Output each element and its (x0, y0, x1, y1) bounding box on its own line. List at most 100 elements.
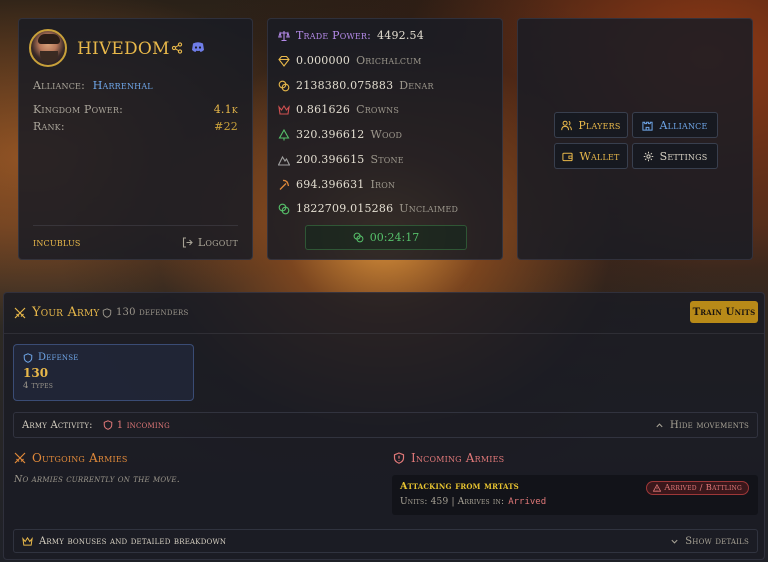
shield-icon (102, 307, 112, 318)
logout-button[interactable]: Logout (182, 236, 238, 249)
army-title-text: Your Army (32, 305, 100, 320)
resource-value: 0.861626 (296, 103, 351, 116)
gear-icon (643, 151, 653, 161)
defense-label: Defense (38, 352, 79, 363)
defense-header: Defense (23, 352, 184, 363)
resource-label: Crowns (356, 103, 399, 116)
share-icon[interactable] (171, 42, 183, 54)
hide-movements-label: Hide movements (669, 419, 749, 431)
resource-value: 0.000000 (296, 54, 351, 67)
trade-power-value: 4492.54 (377, 29, 424, 42)
alliance-link[interactable]: Harrenhal (93, 79, 153, 92)
resource-denar: 2138380.075883 Denar (278, 79, 434, 92)
army-title: Your Army (14, 305, 100, 320)
resource-value: 1822709.015286 (296, 202, 394, 215)
castle-icon (642, 121, 654, 131)
wallet-icon (562, 152, 574, 161)
account-name: incublus (33, 236, 81, 249)
resource-stone: 200.396615 Stone (278, 153, 404, 166)
timer-value: 00:24:17 (369, 231, 420, 244)
incoming-armies-title: Incoming Armies (393, 451, 504, 465)
resource-label: Unclaimed (399, 202, 459, 215)
resource-unclaimed: 1822709.015286 Unclaimed (278, 202, 458, 215)
diamond-icon (278, 55, 290, 67)
profile-footer: incublus Logout (33, 225, 238, 249)
defenders-count: 130 defenders (102, 307, 188, 318)
players-label: Players (578, 118, 621, 132)
trade-power-label: Trade Power: (296, 29, 372, 42)
crossed-swords-icon (14, 452, 26, 464)
defenders-text: 130 defenders (116, 307, 189, 318)
settings-label: Settings (659, 149, 708, 163)
trade-power-row: Trade Power: 4492.54 (278, 29, 424, 42)
settings-button[interactable]: Settings (632, 143, 718, 169)
hide-movements-button[interactable]: Hide movements (655, 420, 749, 431)
crossed-swords-icon (14, 307, 26, 318)
chevron-down-icon (671, 539, 678, 544)
kingdom-power-label: Kingdom Power: (33, 103, 123, 116)
defense-value: 130 (23, 366, 49, 380)
tree-icon (278, 128, 290, 140)
kingdom-power-value: 4.1k (213, 103, 238, 116)
users-icon (561, 120, 573, 130)
badge-text: Arrived / Battling (664, 483, 742, 493)
logout-label: Logout (197, 236, 238, 249)
resources-panel: Trade Power: 4492.54 0.000000 Orichalcum… (267, 18, 503, 260)
outgoing-title-text: Outgoing Armies (32, 451, 128, 465)
alliance-button[interactable]: Alliance (632, 112, 718, 138)
resource-iron: 694.396631 Iron (278, 178, 395, 191)
resource-value: 694.396631 (296, 178, 365, 191)
train-units-button[interactable]: Train Units (690, 301, 758, 323)
shield-icon (23, 352, 33, 363)
resource-label: Wood (370, 128, 403, 141)
arrived-badge: Arrived / Battling (646, 481, 749, 495)
show-details-label: Show details (685, 535, 749, 547)
attack-status: Arrived (508, 497, 547, 507)
resource-value: 200.396615 (296, 153, 365, 166)
army-bonuses-bar[interactable]: Army bonuses and detailed breakdown Show… (13, 529, 758, 553)
wallet-button[interactable]: Wallet (554, 143, 628, 169)
defense-types: 4 types (23, 381, 54, 391)
coins-icon (278, 80, 290, 91)
alliance-row: Alliance: Harrenhal (33, 79, 238, 92)
rank-value: #22 (214, 120, 238, 133)
rank-row: Rank: #22 (33, 120, 238, 133)
claim-timer-button[interactable]: 00:24:17 (305, 225, 467, 250)
chevron-up-icon (656, 422, 663, 427)
attack-details: Units: 459 | Arrives in: Arrived (400, 497, 750, 507)
resource-orichalcum: 0.000000 Orichalcum (278, 54, 422, 67)
attack-units: Units: 459 | Arrives in: (400, 497, 505, 507)
resource-wood: 320.396612 Wood (278, 128, 402, 141)
shield-alert-icon (103, 420, 113, 430)
activity-label: Army Activity: (22, 419, 93, 431)
username: HIVEDOM (77, 39, 170, 59)
resource-value: 2138380.075883 (296, 79, 394, 92)
outgoing-empty: No armies currently on the move. (14, 474, 180, 485)
alliance-label: Alliance: (33, 79, 85, 92)
incoming-count: 1 incoming (116, 419, 170, 431)
resource-label: Stone (370, 153, 404, 166)
avatar[interactable] (29, 29, 67, 67)
incoming-attack-card[interactable]: Attacking from mrtats Units: 459 | Arriv… (392, 475, 758, 515)
rank-label: Rank: (33, 120, 65, 133)
shield-alert-icon (393, 452, 405, 464)
mountain-icon (278, 155, 290, 166)
show-details-button[interactable]: Show details (670, 536, 749, 547)
resource-label: Orichalcum (356, 54, 422, 67)
incoming-title-text: Incoming Armies (411, 451, 505, 465)
resource-value: 320.396612 (296, 128, 365, 141)
discord-icon[interactable] (191, 41, 205, 53)
scale-icon (278, 30, 290, 41)
logout-icon (182, 237, 193, 248)
profile-panel: HIVEDOM Alliance: Harrenhal Kingdom Powe… (18, 18, 253, 260)
resource-label: Denar (399, 79, 434, 92)
army-panel: Your Army 130 defenders Train Units Defe… (3, 292, 765, 560)
coins-icon (278, 203, 290, 214)
players-button[interactable]: Players (554, 112, 628, 138)
navigation-panel: Players Alliance Wallet Settings (517, 18, 753, 260)
wallet-label: Wallet (579, 149, 620, 163)
alliance-label: Alliance (659, 118, 708, 132)
bonus-label: Army bonuses and detailed breakdown (39, 535, 227, 547)
army-activity-bar: Army Activity: 1 incoming Hide movements (13, 412, 758, 438)
defense-card[interactable]: Defense 130 4 types (13, 344, 194, 401)
